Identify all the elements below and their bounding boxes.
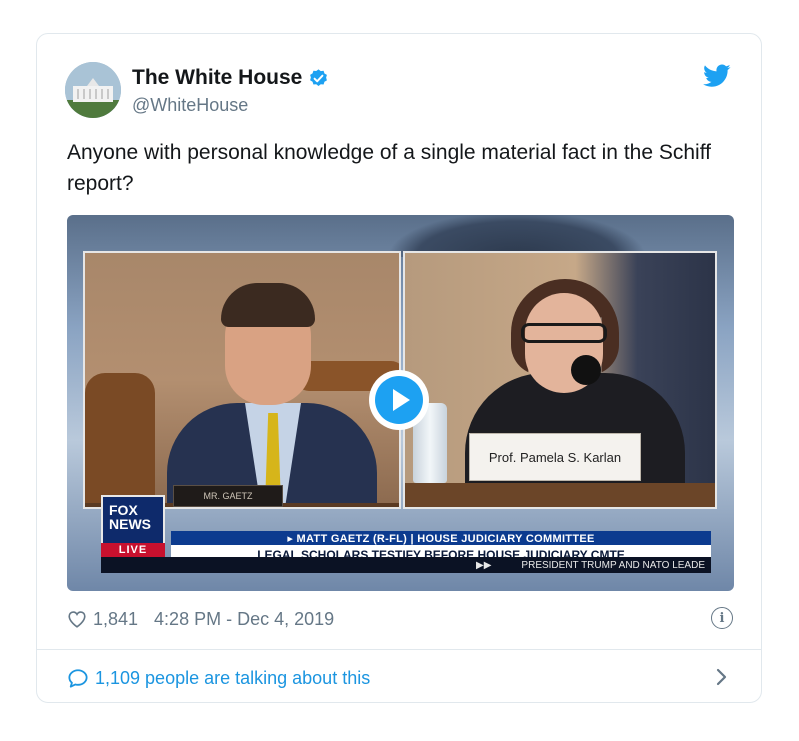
video-panel-right: Prof. Pamela S. Karlan [403,251,717,509]
play-button[interactable] [369,370,429,430]
witness-glasses-graphic [521,323,607,343]
left-nameplate: MR. GAETZ [173,485,283,507]
ticker-arrows: ▶▶ [476,559,492,571]
author-name-row[interactable]: The White House [132,66,329,90]
microphone-graphic [571,355,601,385]
chyron-main: LEGAL SCHOLARS TESTIFY BEFORE HOUSE JUDI… [171,545,711,557]
tweet-card[interactable]: The White House @WhiteHouse Anyone with … [36,33,762,703]
divider [37,649,761,650]
like-count[interactable]: 1,841 [93,609,138,630]
chevron-right-icon[interactable] [715,668,727,686]
tweet-text: Anyone with personal knowledge of a sing… [67,141,711,195]
right-nameplate: Prof. Pamela S. Karlan [469,433,641,481]
desk-graphic [405,483,715,507]
talking-text[interactable]: 1,109 people are talking about this [95,668,370,689]
live-badge: LIVE [101,543,165,557]
speaker-hair-graphic [221,283,315,327]
conversation-link[interactable]: 1,109 people are talking about this [67,666,733,690]
ticker-text: PRESIDENT TRUMP AND NATO LEADE [521,559,705,571]
stats-row: 1,841 4:28 PM - Dec 4, 2019 i [67,607,733,631]
twitter-bird-icon[interactable] [703,64,731,88]
news-ticker: ▶▶ PRESIDENT TRUMP AND NATO LEADE [101,557,711,573]
timestamp[interactable]: 4:28 PM - Dec 4, 2019 [154,609,334,630]
speech-bubble-icon [68,669,88,688]
chair-graphic [85,373,155,507]
avatar[interactable] [65,62,121,118]
author-handle[interactable]: @WhiteHouse [132,95,248,116]
heart-icon[interactable] [67,610,87,628]
video-media[interactable]: MR. GAETZ Prof. Pamela S. Karlan FOX NEW… [67,215,734,591]
video-panel-left: MR. GAETZ [83,251,401,509]
verified-badge-icon [310,68,328,86]
info-icon[interactable]: i [711,607,733,629]
play-button-inner[interactable] [375,376,423,424]
chyron-top: ▸ MATT GAETZ (R-FL) | HOUSE JUDICIARY CO… [171,531,711,545]
author-name[interactable]: The White House [132,66,302,90]
play-icon[interactable] [392,389,410,411]
